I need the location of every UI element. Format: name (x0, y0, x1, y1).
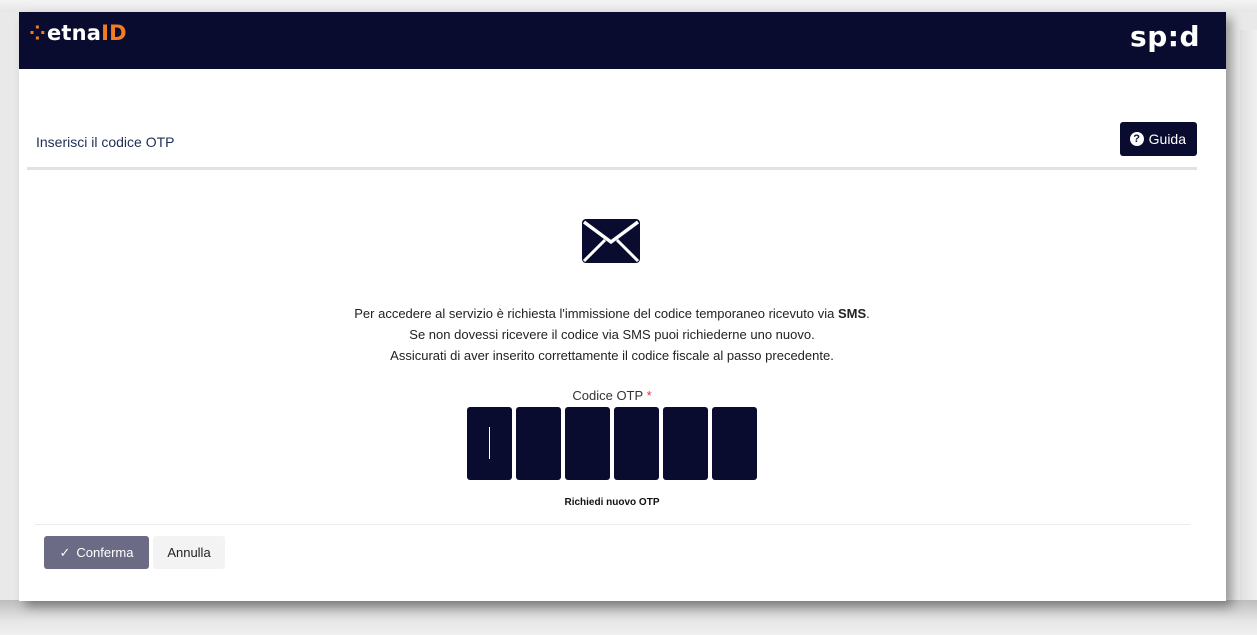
otp-digit-4[interactable] (614, 407, 659, 480)
page-header: Inserisci il codice OTP ? Guida (27, 122, 1197, 172)
cancel-button[interactable]: Annulla (153, 536, 225, 569)
login-window: ⁘ etna ID sp:d Inserisci il codice OTP ? … (19, 12, 1226, 601)
backdrop-top (0, 0, 1257, 12)
instructions-line-1-end: . (866, 306, 870, 321)
otp-digit-3[interactable] (565, 407, 610, 480)
etnaid-logo-text: etna (46, 21, 102, 45)
etnaid-logo-mark-icon: ⁘ (29, 21, 46, 45)
check-icon: ✓ (59, 544, 71, 560)
resend-otp-link[interactable]: Richiedi nuovo OTP (19, 497, 1205, 508)
backdrop-right (1240, 30, 1257, 600)
confirm-button[interactable]: ✓ Conferma (44, 536, 149, 569)
otp-instructions: Per accedere al servizio è richiesta l'i… (19, 303, 1205, 366)
envelope-icon (582, 219, 640, 263)
instructions-line-2: Se non dovessi ricevere il codice via SM… (409, 327, 815, 342)
instructions-line-1: Per accedere al servizio è richiesta l'i… (19, 303, 1205, 324)
instructions-sms-bold: SMS (837, 306, 867, 321)
otp-label-text: Codice OTP (572, 388, 643, 403)
otp-digit-1[interactable] (467, 407, 512, 480)
header-divider (27, 167, 1197, 170)
instructions-line-3: Assicurati di aver inserito correttament… (390, 348, 834, 363)
top-bar: ⁘ etna ID sp:d (19, 12, 1226, 69)
backdrop-bottom (0, 600, 1257, 635)
otp-digit-2[interactable] (516, 407, 561, 480)
help-button-label: Guida (1148, 131, 1186, 147)
otp-input-group (467, 407, 757, 480)
help-button[interactable]: ? Guida (1119, 122, 1197, 156)
spid-logo: sp:d (1130, 20, 1200, 53)
etnaid-logo: ⁘ etna ID (29, 21, 127, 45)
confirm-button-label: Conferma (76, 545, 134, 560)
otp-digit-6[interactable] (712, 407, 757, 480)
required-mark: * (646, 388, 652, 403)
etnaid-logo-id: ID (101, 21, 127, 45)
otp-digit-5[interactable] (663, 407, 708, 480)
otp-label: Codice OTP * (19, 388, 1205, 403)
instructions-line-1-text: Per accedere al servizio è richiesta l'i… (354, 306, 838, 321)
footer-divider (35, 524, 1190, 525)
question-circle-icon: ? (1129, 132, 1144, 146)
page-title: Inserisci il codice OTP (36, 134, 175, 150)
